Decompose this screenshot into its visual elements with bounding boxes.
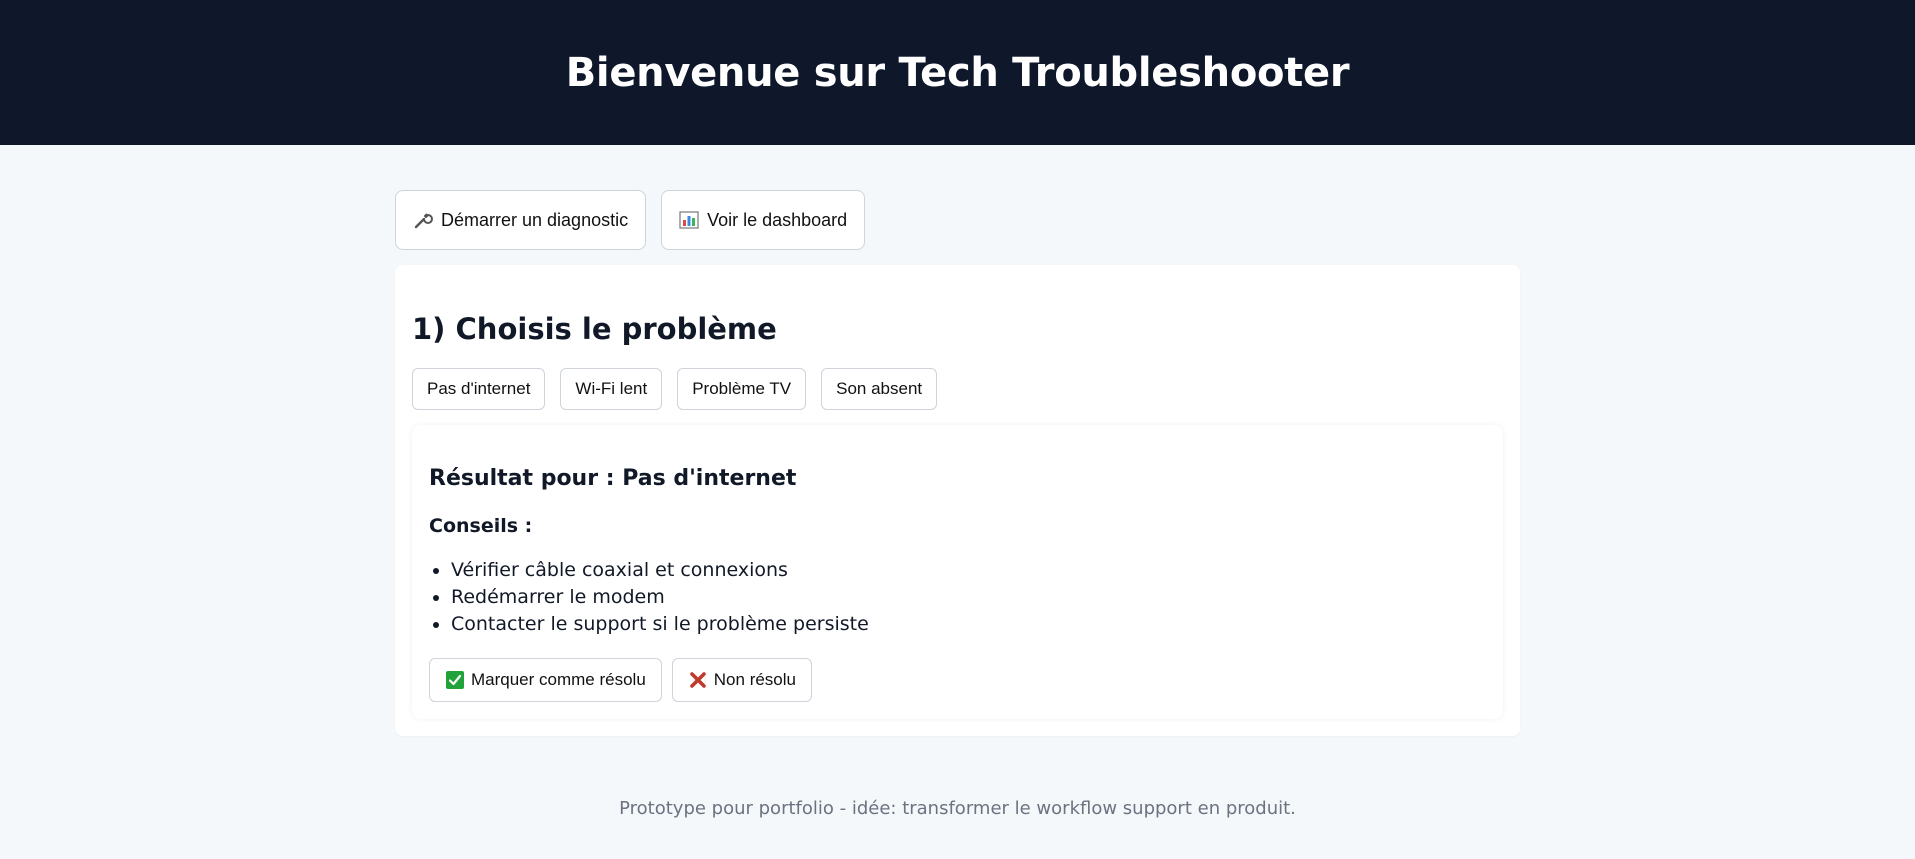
problem-no-internet-button[interactable]: Pas d'internet (412, 368, 546, 410)
tips-list: Vérifier câble coaxial et connexions Red… (429, 557, 1486, 638)
main-content: Démarrer un diagnostic Voir le dashboard… (395, 145, 1520, 819)
problem-no-sound-button[interactable]: Son absent (821, 368, 938, 410)
check-icon (445, 670, 465, 690)
problem-options: Pas d'internet Wi-Fi lent Problème TV So… (412, 368, 1503, 410)
tip-item: Vérifier câble coaxial et connexions (451, 557, 1486, 584)
mark-resolved-button[interactable]: Marquer comme résolu (429, 658, 662, 702)
tips-heading: Conseils : (429, 515, 533, 537)
top-nav: Démarrer un diagnostic Voir le dashboard (395, 190, 1520, 250)
tip-item: Redémarrer le modem (451, 584, 1486, 611)
start-diagnostic-button[interactable]: Démarrer un diagnostic (395, 190, 647, 250)
problem-tv-button[interactable]: Problème TV (677, 368, 807, 410)
start-diagnostic-label: Démarrer un diagnostic (441, 209, 629, 230)
tip-item: Contacter le support si le problème pers… (451, 611, 1486, 638)
result-actions: Marquer comme résolu Non résolu (429, 658, 1486, 702)
not-resolved-label: Non résolu (713, 670, 796, 689)
page-title: Bienvenue sur Tech Troubleshooter (565, 49, 1350, 96)
footer-text: Prototype pour portfolio - idée: transfo… (619, 798, 1296, 819)
result-title: Résultat pour : Pas d'internet (429, 466, 797, 491)
not-resolved-button[interactable]: Non résolu (671, 658, 812, 702)
mark-resolved-label: Marquer comme résolu (471, 670, 646, 689)
dashboard-label: Voir le dashboard (707, 209, 848, 230)
bar-chart-icon (679, 210, 699, 230)
wrench-icon (413, 210, 433, 230)
problem-slow-wifi-button[interactable]: Wi-Fi lent (560, 368, 663, 410)
page-header: Bienvenue sur Tech Troubleshooter (0, 0, 1915, 145)
dashboard-button[interactable]: Voir le dashboard (661, 190, 866, 250)
step-title: 1) Choisis le problème (412, 312, 777, 346)
cross-icon (688, 670, 708, 690)
result-panel: Résultat pour : Pas d'internet Conseils … (412, 425, 1503, 719)
diagnostic-card: 1) Choisis le problème Pas d'internet Wi… (395, 265, 1520, 736)
